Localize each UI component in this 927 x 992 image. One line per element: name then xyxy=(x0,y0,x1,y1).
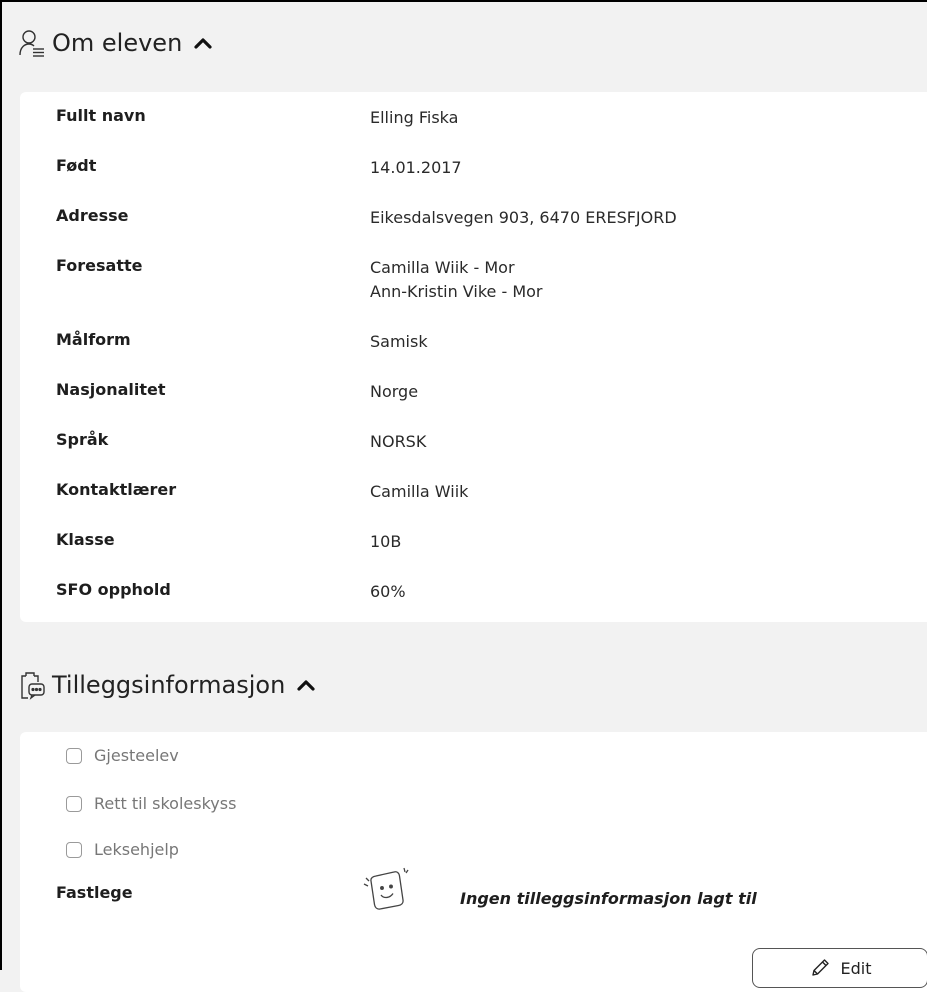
about-section-title: Om eleven xyxy=(52,29,183,57)
chevron-up-icon[interactable] xyxy=(297,679,315,691)
info-row-label: Fullt navn xyxy=(56,106,146,125)
edit-button[interactable]: Edit xyxy=(752,948,927,988)
info-row-value-line: Camilla Wiik - Mor xyxy=(370,258,515,277)
smiley-note-icon xyxy=(358,862,416,920)
extra-card: Gjesteelev Rett til skoleskyss Leksehjel… xyxy=(20,732,927,992)
empty-state-text: Ingen tilleggsinformasjon lagt til xyxy=(460,889,757,908)
chevron-up-icon[interactable] xyxy=(194,37,212,49)
checkbox-label: Rett til skoleskyss xyxy=(94,794,237,813)
extra-section-header[interactable]: Tilleggsinformasjon xyxy=(18,670,315,700)
checkbox-leksehjelp[interactable]: Leksehjelp xyxy=(66,840,179,859)
info-row-label: Nasjonalitet xyxy=(56,380,166,399)
extra-section-title: Tilleggsinformasjon xyxy=(52,671,286,699)
about-section-header[interactable]: Om eleven xyxy=(18,28,212,58)
info-row-label: Født xyxy=(56,156,97,175)
info-row-value-line: NORSK xyxy=(370,432,427,451)
checkbox[interactable] xyxy=(66,795,82,812)
info-row-value: Eikesdalsvegen 903, 6470 ERESFJORD xyxy=(370,206,927,230)
info-row-label: Kontaktlærer xyxy=(56,480,177,499)
info-row-value: 60% xyxy=(370,580,927,604)
info-row-value-line: Norge xyxy=(370,382,419,401)
info-row-value-line: Samisk xyxy=(370,332,428,351)
checkbox[interactable] xyxy=(66,841,82,858)
checkbox-gjesteelev[interactable]: Gjesteelev xyxy=(66,746,179,765)
info-row-value-line: 10B xyxy=(370,532,402,551)
info-row-label: Foresatte xyxy=(56,256,143,275)
info-row-value-line: Eikesdalsvegen 903, 6470 ERESFJORD xyxy=(370,208,677,227)
about-card: Fullt navn Elling Fiska Født 14.01.2017 Adre… xyxy=(20,92,927,622)
fastlege-label: Fastlege xyxy=(56,883,133,902)
info-row-label: Språk xyxy=(56,430,109,449)
info-row-value: NORSK xyxy=(370,430,927,454)
info-row-value: 10B xyxy=(370,530,927,554)
checkbox-label: Leksehjelp xyxy=(94,840,179,859)
checkbox-rett-til-skoleskyss[interactable]: Rett til skoleskyss xyxy=(66,794,236,813)
person-list-icon xyxy=(18,28,46,58)
info-row-value: Camilla Wiik - Mor Ann-Kristin Vike - Mor xyxy=(370,256,927,304)
info-row-value: Camilla Wiik xyxy=(370,480,927,504)
info-row-label: SFO opphold xyxy=(56,580,171,599)
info-row-value-line: 14.01.2017 xyxy=(370,158,462,177)
info-row-value: 14.01.2017 xyxy=(370,156,927,180)
info-row-value-line: Elling Fiska xyxy=(370,108,459,127)
info-row-value-line: Camilla Wiik xyxy=(370,482,469,501)
info-row-label: Adresse xyxy=(56,206,129,225)
info-row-value: Elling Fiska xyxy=(370,106,927,130)
info-row-value-line: 60% xyxy=(370,582,406,601)
info-row-value-line: Ann-Kristin Vike - Mor xyxy=(370,282,543,301)
checkbox-label: Gjesteelev xyxy=(94,746,179,765)
checkbox[interactable] xyxy=(66,747,82,764)
info-row-value: Samisk xyxy=(370,330,927,354)
info-row-value: Norge xyxy=(370,380,927,404)
edit-button-label: Edit xyxy=(840,958,872,978)
pencil-icon xyxy=(809,957,831,979)
info-row-label: Målform xyxy=(56,330,131,349)
clipboard-chat-icon xyxy=(18,670,46,700)
info-row-label: Klasse xyxy=(56,530,115,549)
